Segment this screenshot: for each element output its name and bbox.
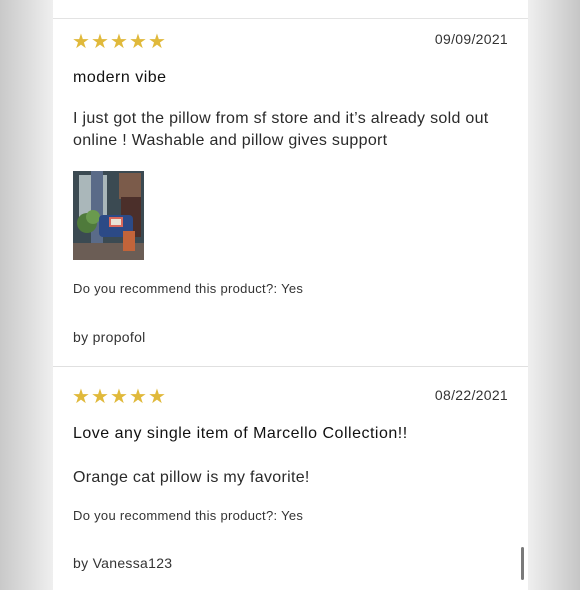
review-title: Love any single item of Marcello Collect…	[73, 425, 408, 442]
review-item: ★ ★ ★ ★ ★ 09/09/2021 modern vibe I just …	[53, 19, 528, 366]
review-date: 09/09/2021	[434, 31, 508, 47]
star-icon: ★	[91, 31, 109, 53]
review-author: by propofol	[73, 329, 146, 345]
star-rating: ★ ★ ★ ★ ★	[72, 31, 166, 53]
star-icon: ★	[148, 31, 166, 53]
star-icon: ★	[129, 31, 147, 53]
reviews-list: ★ ★ ★ ★ ★ 09/09/2021 modern vibe I just …	[53, 0, 528, 590]
scrollbar[interactable]	[521, 547, 524, 580]
review-body: Orange cat pillow is my favorite!	[73, 469, 310, 486]
recommend-text: Do you recommend this product?: Yes	[73, 508, 304, 523]
star-icon: ★	[110, 31, 128, 53]
review-item: ★ ★ ★ ★ ★ 08/22/2021 Love any single ite…	[53, 377, 528, 590]
review-title: modern vibe	[73, 69, 167, 86]
recommend-text: Do you recommend this product?: Yes	[73, 281, 304, 296]
review-divider	[53, 366, 528, 367]
star-icon: ★	[72, 386, 90, 408]
star-icon: ★	[129, 386, 147, 408]
star-icon: ★	[110, 386, 128, 408]
star-icon: ★	[91, 386, 109, 408]
review-photo[interactable]	[73, 171, 144, 260]
review-author: by Vanessa123	[73, 555, 173, 571]
star-icon: ★	[72, 31, 90, 53]
star-rating: ★ ★ ★ ★ ★	[72, 386, 166, 408]
review-body: I just got the pillow from sf store and …	[73, 110, 489, 149]
review-date: 08/22/2021	[434, 387, 508, 403]
star-icon: ★	[148, 386, 166, 408]
